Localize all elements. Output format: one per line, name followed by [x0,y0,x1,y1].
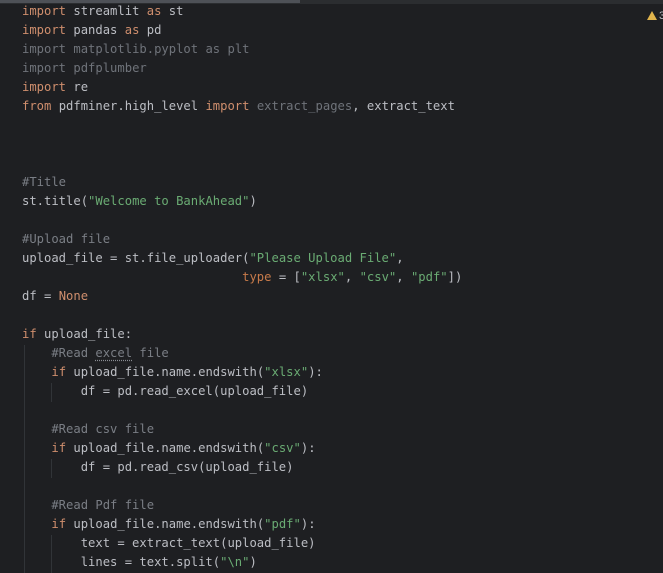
code-line[interactable]: type = ["xlsx", "csv", "pdf"]) [22,268,462,287]
code-line[interactable]: text = extract_text(upload_file) [22,534,316,553]
code-line[interactable]: lines = text.split("\n") [22,553,257,572]
code-line[interactable]: import re [22,78,88,97]
code-line[interactable]: if upload_file.name.endswith("csv"): [22,439,315,458]
code-comment[interactable]: #Read csv file [22,420,154,439]
code-line[interactable]: df = None [22,287,88,306]
code-line[interactable]: import pdfplumber [22,59,147,78]
code-line[interactable]: df = pd.read_csv(upload_file) [22,458,294,477]
code-line[interactable]: if upload_file.name.endswith("xlsx"): [22,363,323,382]
code-line[interactable]: if upload_file: [22,325,132,344]
typo-underline: excel [95,346,133,360]
code-line[interactable]: import matplotlib.pyplot as plt [22,40,250,59]
code-line[interactable]: upload_file = st.file_uploader("Please U… [22,249,404,268]
code-line[interactable]: if upload_file.name.endswith("pdf"): [22,515,315,534]
code-line[interactable]: from pdfminer.high_level import extract_… [22,97,455,116]
code-line[interactable]: import pandas as pd [22,21,161,40]
code-comment[interactable]: #Title [22,173,66,192]
code-editor[interactable]: import streamlit as st import pandas as … [0,0,663,573]
code-line[interactable]: df = pd.read_excel(upload_file) [22,382,308,401]
code-comment[interactable]: #Read Pdf file [22,496,154,515]
code-comment[interactable]: #Upload file [22,230,110,249]
code-line[interactable]: import streamlit as st [22,2,183,21]
code-comment[interactable]: #Read excel file [22,344,168,363]
code-line[interactable]: st.title("Welcome to BankAhead") [22,192,257,211]
